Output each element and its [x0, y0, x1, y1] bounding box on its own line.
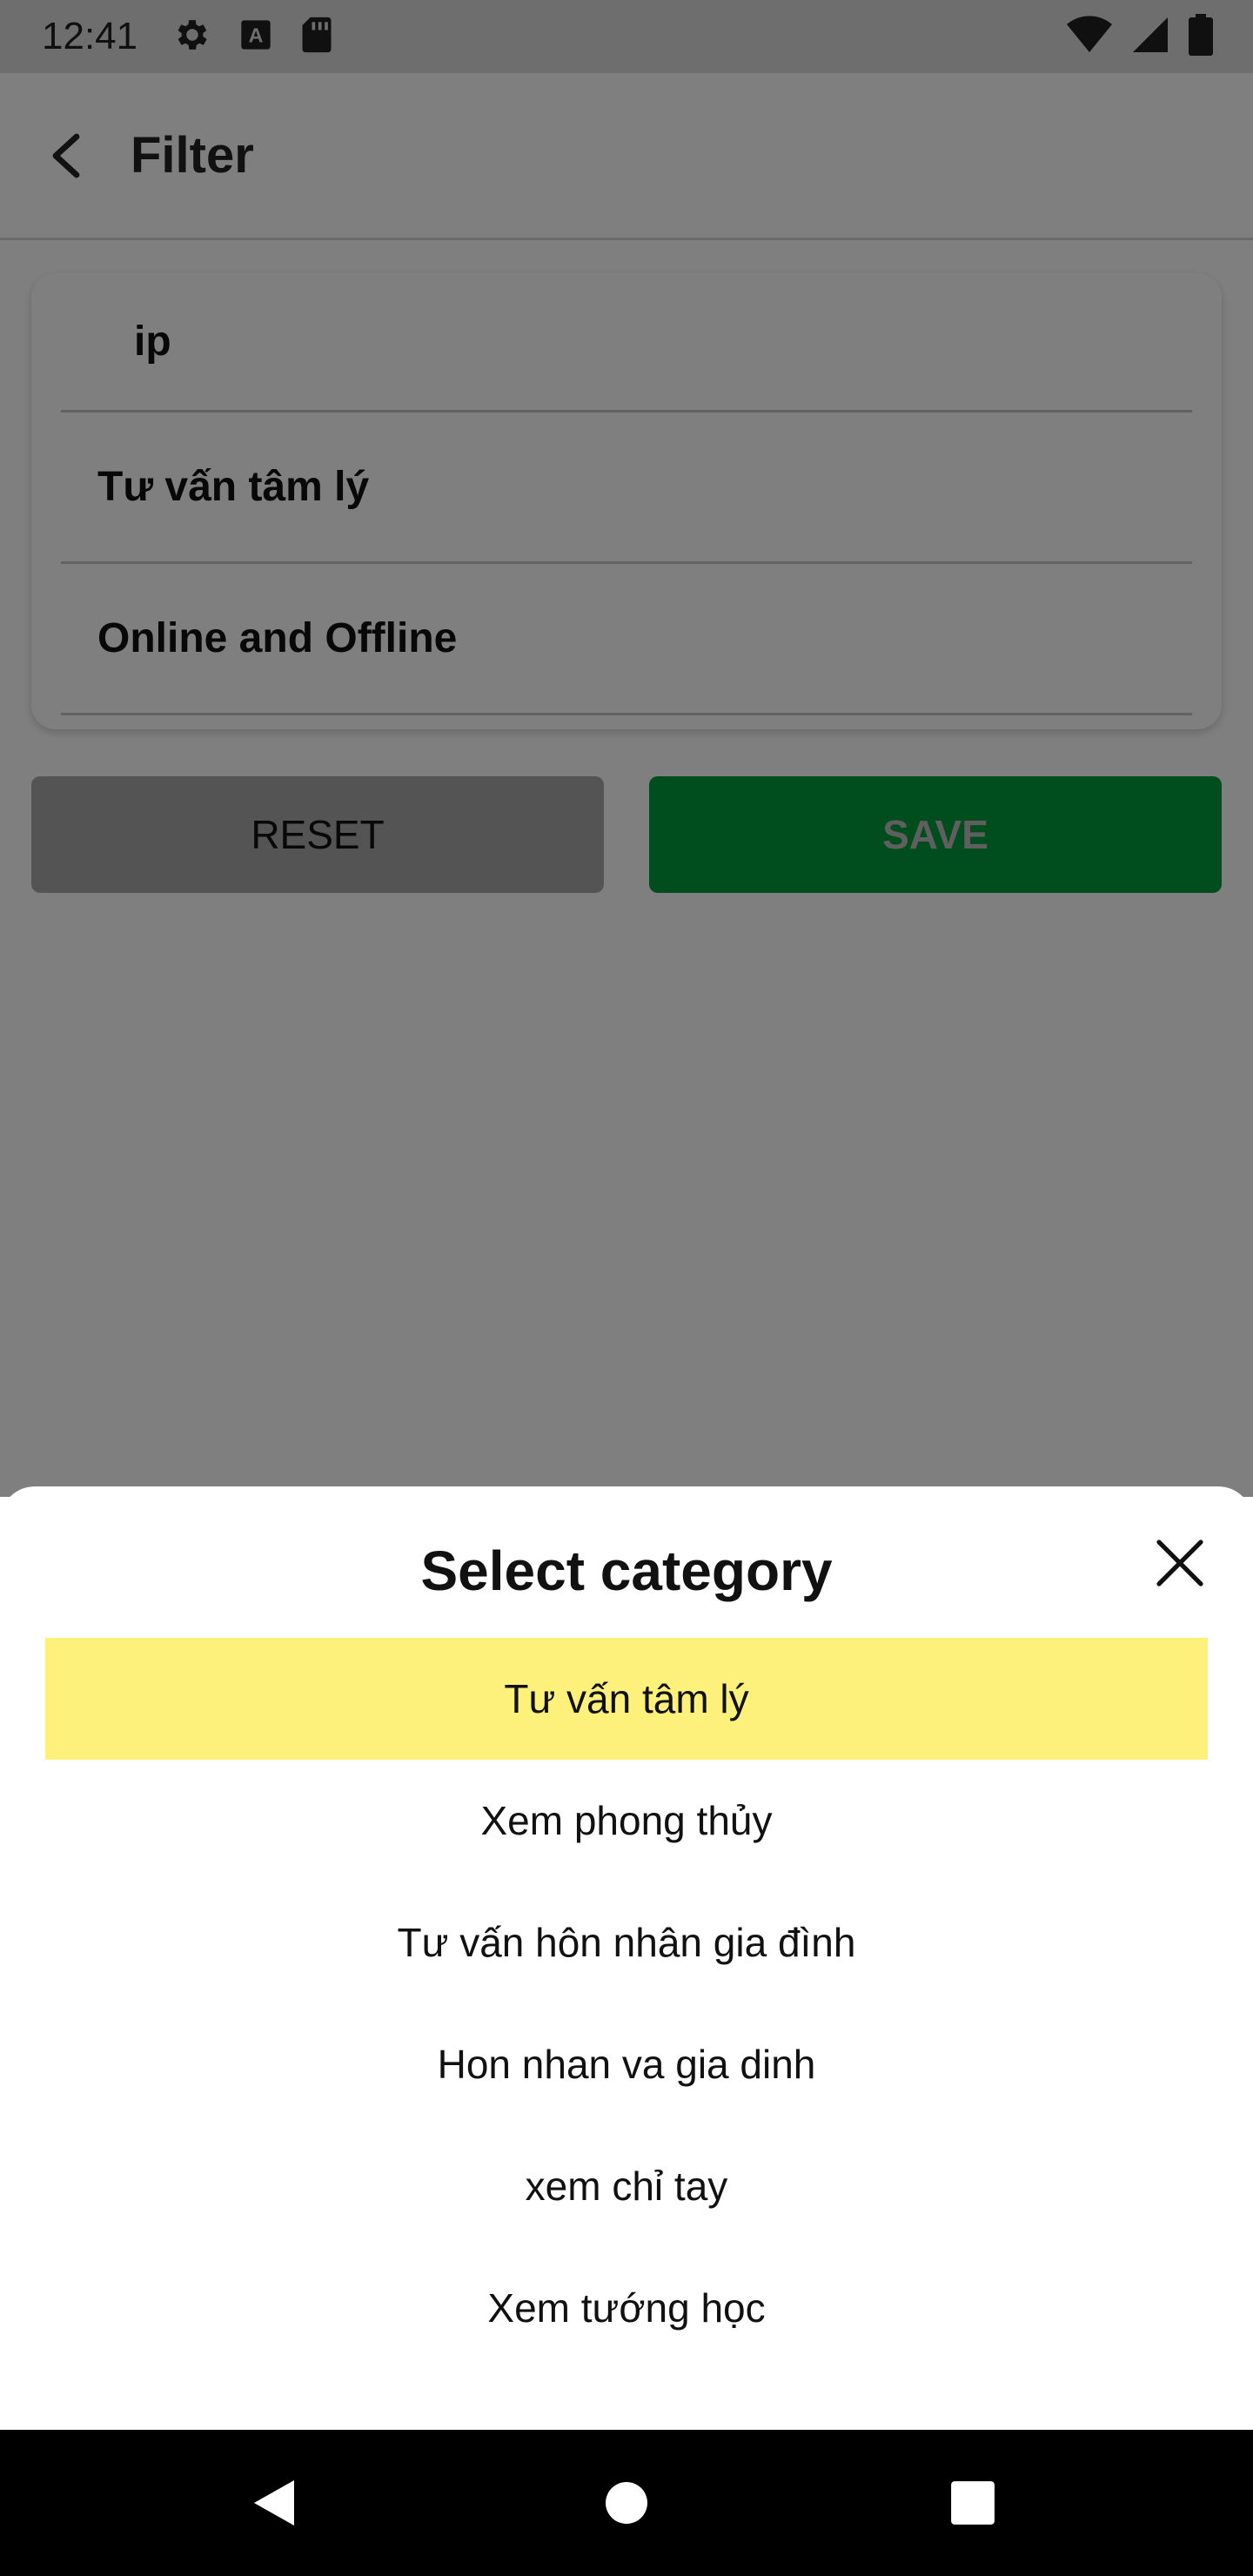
category-item[interactable]: Tư vấn hôn nhân gia đình	[45, 1882, 1208, 2003]
home-circle-icon	[606, 2482, 647, 2524]
recents-square-icon	[951, 2481, 995, 2525]
category-list: Tư vấn tâm lý Xem phong thủy Tư vấn hôn …	[45, 1638, 1208, 2369]
category-item[interactable]: Xem phong thủy	[45, 1760, 1208, 1882]
category-bottom-sheet: Select category Tư vấn tâm lý Xem phong …	[0, 1486, 1253, 2430]
category-item[interactable]: xem chỉ tay	[45, 2125, 1208, 2247]
back-triangle-icon	[254, 2480, 294, 2526]
category-item-selected[interactable]: Tư vấn tâm lý	[45, 1638, 1208, 1760]
close-button[interactable]	[1152, 1535, 1208, 1591]
modal-scrim[interactable]	[0, 0, 1253, 1497]
sheet-title: Select category	[420, 1540, 833, 1602]
nav-recents-button[interactable]	[945, 2475, 1001, 2531]
category-item[interactable]: Hon nhan va gia dinh	[45, 2003, 1208, 2125]
close-icon	[1156, 1540, 1203, 1587]
system-nav-bar	[0, 2430, 1253, 2576]
nav-back-button[interactable]	[245, 2475, 301, 2531]
nav-home-button[interactable]	[599, 2475, 654, 2531]
screen: 12:41 A Filt	[0, 0, 1253, 2576]
category-item[interactable]: Xem tướng học	[45, 2247, 1208, 2369]
